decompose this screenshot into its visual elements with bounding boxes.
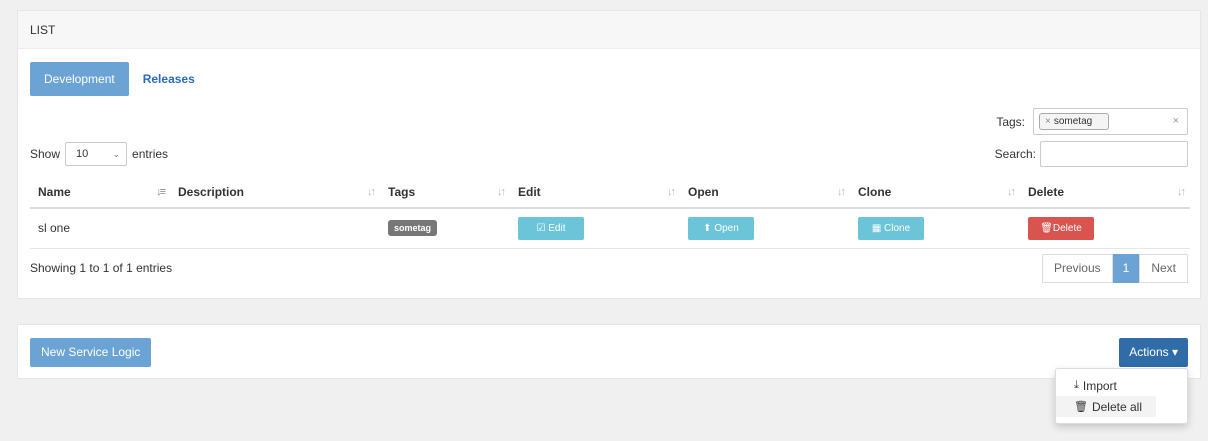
new-service-logic-button[interactable]: New Service Logic (30, 338, 152, 367)
sort-icon: ↓↑ (667, 186, 676, 198)
table-info: Showing 1 to 1 of 1 entries (30, 261, 173, 275)
cell-delete: 🗑Delete (1020, 208, 1190, 249)
tab-bar: Development Releases (30, 62, 209, 96)
remove-tag-icon[interactable]: × (1045, 116, 1051, 127)
cell-name: sl one (30, 208, 170, 249)
actions-panel: New Service Logic Actions ▾ (17, 324, 1201, 379)
sort-icon: ↓↑ (837, 186, 846, 198)
edit-icon: ☑ (536, 222, 549, 234)
menu-item-import[interactable]: ⤓ Import (1056, 375, 1187, 396)
open-button[interactable]: ⬆ Open (688, 216, 754, 240)
column-header-delete[interactable]: Delete ↓↑ (1020, 177, 1190, 209)
actions-dropdown-menu: ⤓ Import 🗑 Delete all (1055, 368, 1188, 424)
previous-page-button[interactable]: Previous (1041, 254, 1113, 283)
sort-icon: ↓↑ (1007, 186, 1016, 198)
service-logic-table: Name ↓≡ Description ↓↑ Tags ↓↑ Edit ↓↑ Open ↓… (30, 177, 1190, 249)
cell-edit: ☑ Edit (510, 208, 680, 249)
cell-tags: sometag (380, 208, 510, 249)
edit-button[interactable]: ☑ Edit (518, 216, 584, 240)
tags-select[interactable]: × sometag × (1033, 108, 1188, 135)
pagination: Previous 1 Next (1041, 254, 1188, 283)
trash-icon: 🗑 (1074, 401, 1088, 413)
tab-development[interactable]: Development (30, 62, 129, 96)
actions-button[interactable]: Actions ▾ (1119, 338, 1188, 367)
search-filter: Search: (995, 141, 1188, 167)
show-label: Show (30, 147, 61, 161)
tags-label: Tags: (996, 114, 1025, 129)
cell-clone: ▦ Clone (850, 208, 1020, 249)
column-header-description[interactable]: Description ↓↑ (170, 177, 380, 209)
sort-icon: ↓↑ (367, 186, 376, 198)
column-header-clone[interactable]: Clone ↓↑ (850, 177, 1020, 209)
sort-icon: ↓↑ (497, 186, 506, 198)
sort-icon: ↓↑ (1177, 186, 1186, 198)
table-row: sl one sometag ☑ Edit ⬆ Open ▦ Clone 🗑De… (30, 208, 1190, 249)
clear-tags-icon[interactable]: × (1173, 115, 1179, 127)
page-1-button[interactable]: 1 (1112, 254, 1140, 283)
cell-description (170, 208, 380, 249)
column-header-name[interactable]: Name ↓≡ (30, 177, 170, 209)
grid-icon: ▦ (871, 222, 885, 234)
panel-title: LIST (18, 11, 1200, 49)
cell-open: ⬆ Open (680, 208, 850, 249)
tag-badge: sometag (388, 220, 438, 237)
chevron-down-icon: ⌄ (112, 148, 121, 159)
search-input[interactable] (1040, 141, 1188, 167)
delete-button[interactable]: 🗑Delete (1028, 216, 1094, 240)
tag-chip-label: sometag (1053, 116, 1093, 127)
tab-releases[interactable]: Releases (129, 62, 209, 96)
caret-down-icon: ▾ (1171, 345, 1178, 359)
upload-icon: ⬆ (703, 222, 715, 234)
column-header-edit[interactable]: Edit ↓↑ (510, 177, 680, 209)
tag-chip[interactable]: × sometag (1039, 113, 1109, 130)
page-length-select[interactable]: 10 ⌄ (65, 142, 128, 166)
menu-item-delete-all[interactable]: 🗑 Delete all (1056, 396, 1156, 417)
sort-asc-icon: ↓≡ (156, 186, 166, 198)
entries-label: entries (132, 147, 169, 161)
search-label: Search: (994, 147, 1036, 161)
clone-button[interactable]: ▦ Clone (858, 216, 924, 240)
page-length-control: Show 10 ⌄ entries (30, 142, 168, 166)
tags-filter: Tags: × sometag × (996, 108, 1188, 135)
list-panel: LIST Development Releases Tags: × someta… (17, 10, 1201, 299)
next-page-button[interactable]: Next (1139, 254, 1188, 283)
page-length-value: 10 (76, 148, 89, 160)
column-header-open[interactable]: Open ↓↑ (680, 177, 850, 209)
trash-icon: 🗑 (1040, 222, 1053, 234)
import-icon: ⤓ (1074, 379, 1079, 391)
column-header-tags[interactable]: Tags ↓↑ (380, 177, 510, 209)
